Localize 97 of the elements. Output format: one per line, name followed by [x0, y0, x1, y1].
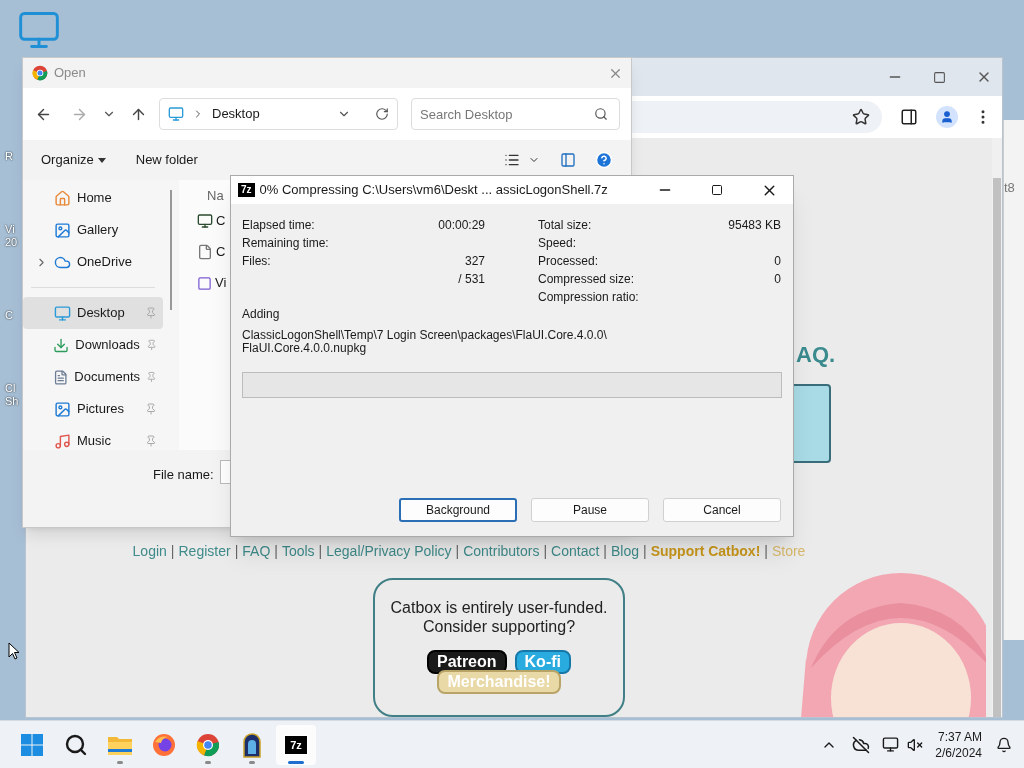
network-icon[interactable] — [882, 736, 900, 753]
nav-item[interactable]: Music — [23, 425, 163, 450]
dialog-button[interactable]: Background — [399, 498, 517, 522]
address-path[interactable]: Desktop — [212, 104, 260, 124]
window-title: Open — [54, 64, 86, 83]
desktop-icon — [168, 106, 184, 122]
mouse-cursor-icon — [8, 642, 20, 660]
preview-pane-icon[interactable] — [560, 152, 576, 168]
stat-label: Elapsed time: — [242, 217, 315, 234]
side-panel-icon[interactable] — [900, 108, 918, 126]
dialog-button[interactable]: Pause — [531, 498, 649, 522]
toolbar-button[interactable]: Organize — [41, 150, 106, 170]
page-heading: AQ. — [796, 342, 836, 367]
field-label: File name: — [153, 466, 214, 484]
address-box[interactable]: Desktop — [159, 98, 398, 130]
app-logo-icon: 7z — [238, 183, 255, 197]
cloud-offline-icon[interactable] — [852, 735, 871, 754]
nav-item[interactable]: Desktop — [23, 297, 163, 329]
support-text: Catbox is entirely user-funded. — [390, 597, 608, 617]
link-separator: | — [642, 541, 648, 561]
windows-logo-icon — [20, 732, 44, 757]
nav-item[interactable]: Pictures — [23, 393, 163, 425]
arched-window-icon — [242, 731, 262, 758]
file-path: FlaUI.Core.4.0.0.nupkg — [242, 342, 367, 355]
scrollbar[interactable] — [992, 138, 1002, 717]
stat-value: 95483 KB — [728, 217, 781, 234]
help-icon[interactable] — [595, 151, 613, 169]
nav-item[interactable]: Downloads — [23, 329, 163, 361]
dialog-button[interactable]: Cancel — [663, 498, 781, 522]
taskbar-app-button[interactable]: 7z — [276, 724, 316, 765]
stat-value: 0 — [774, 271, 781, 288]
action-label: Adding — [241, 306, 281, 323]
stat-value: 00:00:29 — [438, 217, 485, 234]
gallery-icon — [54, 221, 71, 239]
stat-value: / 531 — [458, 271, 485, 288]
link-separator: | — [542, 541, 549, 561]
notification-bell-icon[interactable] — [996, 736, 1012, 753]
clock[interactable]: 7:37 AM 2/6/2024 — [935, 728, 982, 761]
desktop-icon — [54, 304, 71, 322]
stat-label: Total size: — [538, 217, 592, 234]
column-header[interactable]: Na — [195, 188, 224, 203]
link-separator: | — [763, 541, 769, 561]
window-text-fragment: t8 — [1004, 180, 1015, 195]
support-link-button[interactable]: Patreon — [427, 649, 507, 674]
file-name[interactable]: C — [216, 242, 226, 262]
link-separator: | — [273, 541, 279, 561]
running-indicator — [288, 760, 304, 764]
stat-value: 0 — [774, 253, 781, 270]
link-separator: | — [317, 541, 324, 561]
nav-item[interactable]: Documents — [23, 361, 163, 393]
bookmark-star-icon[interactable] — [852, 108, 870, 126]
stat-label: Compression ratio: — [538, 289, 639, 306]
link-separator: | — [233, 541, 240, 561]
home-icon — [54, 189, 71, 207]
chrome-icon — [32, 65, 48, 81]
support-text: Consider supporting? — [422, 616, 576, 636]
nav-item[interactable]: Gallery — [23, 214, 163, 246]
toolbar-button[interactable]: New folder — [135, 150, 198, 170]
search-field[interactable]: Search Desktop — [411, 98, 620, 130]
pin-icon — [145, 435, 157, 447]
stat-value: 327 — [464, 253, 485, 270]
maximize-icon[interactable] — [933, 70, 946, 84]
file-icon — [197, 244, 213, 260]
nav-item[interactable]: Home — [23, 182, 163, 214]
running-indicator — [205, 760, 211, 764]
file-name[interactable]: Vi — [215, 273, 227, 293]
file-name[interactable]: C — [216, 211, 226, 231]
nav-item[interactable]: OneDrive — [23, 246, 163, 278]
view-options-icon[interactable] — [504, 152, 520, 168]
pin-icon — [145, 307, 157, 319]
stat-label: Remaining time: — [242, 235, 329, 252]
window-title: 0% Compressing C:\Users\vm6\Deskt ... assicLogonShell.7z — [259, 181, 608, 200]
download-icon — [53, 336, 70, 354]
stat-label: Processed: — [538, 253, 599, 270]
profile-icon[interactable] — [936, 106, 958, 128]
search-icon — [64, 732, 88, 757]
firefox-icon — [152, 732, 176, 757]
stat-label: Speed: — [538, 235, 577, 252]
maximize-icon[interactable] — [711, 184, 723, 196]
running-indicator — [249, 760, 255, 764]
document-icon — [52, 368, 69, 386]
pin-icon — [145, 339, 157, 351]
link-separator: | — [169, 541, 176, 561]
stat-label: Files: — [242, 253, 271, 270]
link-separator: | — [454, 541, 461, 561]
stat-label: Compressed size: — [538, 271, 635, 288]
music-icon — [54, 432, 71, 450]
file-path: ClassicLogonShell\Temp\7 Login Screen\packages\FlaUI.Core.4.0.0\ — [242, 329, 608, 342]
refresh-icon[interactable] — [375, 107, 389, 121]
search-icon — [594, 107, 608, 121]
chrome-icon — [196, 732, 220, 757]
running-indicator — [117, 760, 123, 764]
muted-speaker-icon[interactable] — [907, 736, 924, 753]
link-separator: | — [602, 541, 608, 561]
pin-icon — [145, 403, 157, 415]
pictures-icon — [54, 400, 71, 418]
pin-icon — [146, 371, 157, 383]
